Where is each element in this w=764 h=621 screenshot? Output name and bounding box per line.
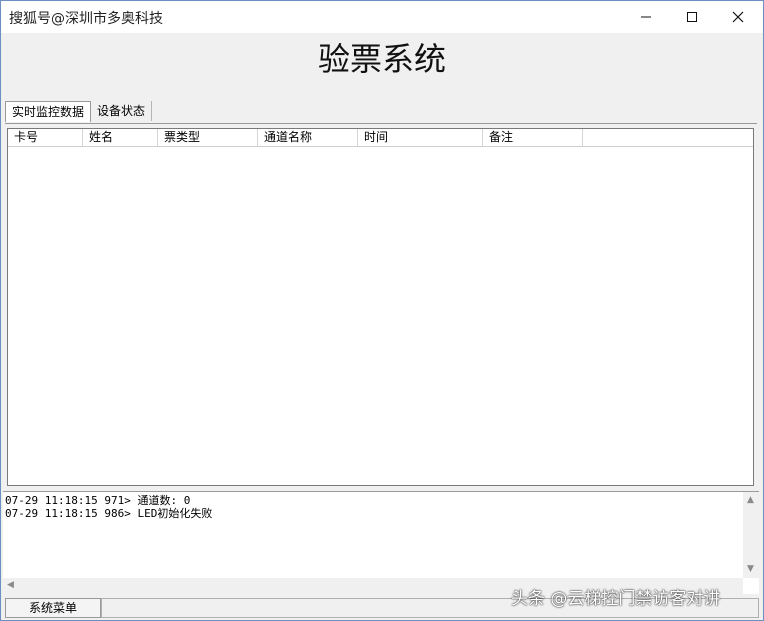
log-output[interactable]: 07-29 11:18:15 971> 通道数: 0 07-29 11:18:1… [3,491,759,594]
column-header-name[interactable]: 姓名 [83,129,158,146]
app-window: 搜狐号@深圳市多奥科技 验票系统 实时监控数据 设备状态 卡号 姓名 票类型 通… [0,0,764,621]
table-header: 卡号 姓名 票类型 通道名称 时间 备注 [8,129,753,147]
app-heading: 验票系统 [317,40,446,78]
watermark-text: 头条 @云梯控门禁访客对讲 [511,589,721,609]
close-icon [732,11,744,23]
maximize-icon [687,12,697,22]
column-header-time[interactable]: 时间 [358,129,483,146]
tab-device-status[interactable]: 设备状态 [91,101,153,121]
log-line: 07-29 11:18:15 986> LED初始化失败 [5,507,213,520]
log-line: 07-29 11:18:15 971> 通道数: 0 [5,494,191,507]
scroll-down-icon[interactable]: ▼ [747,564,754,574]
log-vertical-scrollbar[interactable]: ▲ ▼ [743,492,759,578]
column-header-remark[interactable]: 备注 [483,129,583,146]
tab-divider [5,123,757,124]
tab-bar: 实时监控数据 设备状态 [5,101,153,123]
minimize-icon [641,16,651,18]
window-title: 搜狐号@深圳市多奥科技 [9,11,163,27]
monitor-table[interactable]: 卡号 姓名 票类型 通道名称 时间 备注 [7,128,754,486]
scroll-up-icon[interactable]: ▲ [747,495,754,505]
maximize-button[interactable] [669,1,715,33]
column-header-channel-name[interactable]: 通道名称 [258,129,358,146]
title-bar: 搜狐号@深圳市多奥科技 [1,1,763,33]
close-button[interactable] [715,1,761,33]
column-header-card-no[interactable]: 卡号 [8,129,83,146]
tab-realtime-monitor[interactable]: 实时监控数据 [5,101,92,122]
scroll-left-icon[interactable]: ◀ [7,580,14,590]
system-menu-button[interactable]: 系统菜单 [5,598,101,618]
minimize-button[interactable] [623,1,669,33]
column-header-ticket-type[interactable]: 票类型 [158,129,258,146]
